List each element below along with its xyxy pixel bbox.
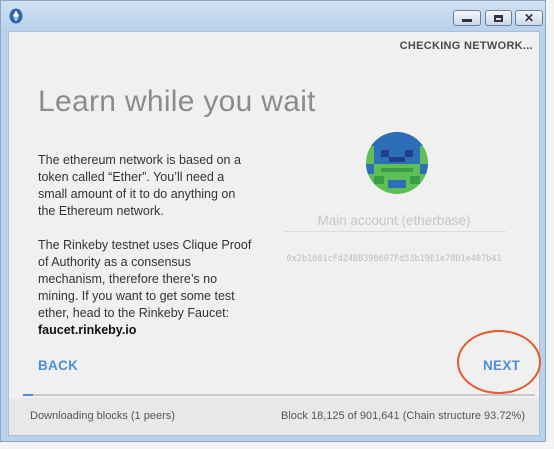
title-bar[interactable]: ✕	[1, 1, 545, 31]
next-button[interactable]: NEXT	[483, 358, 520, 373]
close-icon: ✕	[523, 11, 535, 25]
account-avatar	[366, 132, 428, 194]
back-button[interactable]: BACK	[38, 358, 78, 373]
sync-progress-bar	[23, 394, 535, 396]
network-status: CHECKING NETWORK...	[399, 40, 533, 52]
account-address: 0x2b1681cFd24BB398607Fd53b19E1e78D1e407b…	[286, 254, 502, 264]
page-title: Learn while you wait	[38, 85, 316, 118]
testnet-paragraph: The Rinkeby testnet uses Clique Proof of…	[38, 237, 256, 339]
block-status: Block 18,125 of 901,641 (Chain structure…	[281, 410, 525, 422]
account-name-underline	[284, 231, 506, 232]
onboarding-panel: CHECKING NETWORK... Learn while you wait…	[8, 31, 541, 436]
sync-progress-fill	[23, 394, 34, 396]
testnet-text: The Rinkeby testnet uses Clique Proof of…	[38, 238, 252, 320]
status-footer: Downloading blocks (1 peers) Block 18,12…	[9, 398, 539, 435]
faucet-link[interactable]: faucet.rinkeby.io	[38, 323, 136, 337]
maximize-button[interactable]	[485, 10, 512, 26]
minimize-icon	[462, 19, 472, 22]
minimize-button[interactable]	[453, 10, 481, 26]
account-name: Main account (etherbase)	[317, 213, 471, 228]
close-button[interactable]: ✕	[515, 10, 543, 26]
download-status: Downloading blocks (1 peers)	[30, 410, 175, 422]
intro-paragraph: The ethereum network is based on a token…	[38, 153, 241, 218]
maximize-icon	[494, 14, 503, 22]
ethereum-app-icon	[9, 8, 23, 24]
app-window: ✕ CHECKING NETWORK... Learn while you wa…	[0, 0, 546, 442]
